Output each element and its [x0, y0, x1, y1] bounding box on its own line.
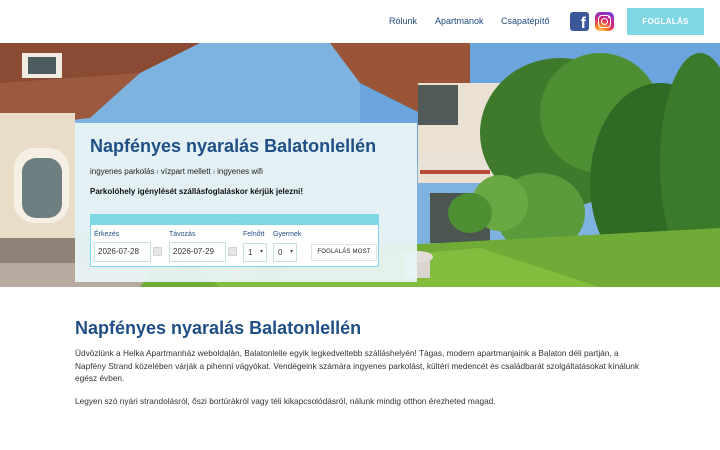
page-title: Napfényes nyaralás Balatonlellén: [75, 318, 362, 338]
chevron-down-icon: ▾: [289, 249, 293, 255]
nav-link-apartmanok[interactable]: Apartmanok: [435, 16, 484, 26]
children-label: Gyermek: [273, 231, 302, 238]
adults-select[interactable]: 1 ▾: [243, 243, 267, 262]
arrival-label: Érkezés: [94, 231, 120, 238]
hero-card: Napfényes nyaralás Balatonlellén ingyene…: [75, 123, 417, 282]
booking-button[interactable]: FOGLALÁS: [627, 8, 704, 35]
booking-form: - Érkezés Távozás Felnőtt Gyermek 2026-0…: [90, 214, 379, 267]
departure-date-input[interactable]: 2026-07-29: [169, 242, 226, 262]
calendar-icon[interactable]: [153, 247, 162, 256]
feature-separator: ı: [212, 169, 215, 176]
arrival-date-input[interactable]: 2026-07-28: [94, 242, 151, 262]
feature-separator: ı: [156, 169, 159, 176]
departure-label: Távozás: [169, 231, 196, 238]
adults-label: Felnőtt: [243, 231, 265, 238]
hero-title: Napfényes nyaralás Balatonlellén: [90, 136, 377, 156]
intro-paragraph: Üdvözlünk a Helka Apartmanház weboldalán…: [75, 348, 640, 383]
hero-features: ingyenes parkolás ı vízpart mellett ı in…: [90, 167, 263, 176]
feature-wifi: ingyenes wifi: [217, 167, 263, 176]
secondary-paragraph: Legyen szó nyári strandolásról, őszi bor…: [75, 396, 496, 406]
booking-form-bar: -: [91, 215, 378, 225]
parking-note: Parkolóhely igénylését szállásfoglalásko…: [90, 187, 303, 196]
adults-value: 1: [248, 248, 253, 257]
site-header: Rólunk Apartmanok Csapatépítő f FOGLALÁS: [0, 0, 720, 43]
instagram-icon[interactable]: [595, 12, 614, 31]
children-value: 0: [278, 248, 283, 257]
nav-link-rolunk[interactable]: Rólunk: [389, 16, 417, 26]
children-select[interactable]: 0 ▾: [273, 243, 297, 262]
feature-waterfront: vízpart mellett: [160, 167, 211, 176]
nav-link-csapatepito[interactable]: Csapatépítő: [501, 16, 550, 26]
chevron-down-icon: ▾: [259, 249, 263, 255]
feature-parking: ingyenes parkolás: [90, 167, 155, 176]
facebook-icon[interactable]: f: [570, 12, 589, 32]
book-now-button[interactable]: FOGLALÁS MOST: [311, 244, 377, 261]
hero-section: Napfényes nyaralás Balatonlellén ingyene…: [0, 43, 720, 287]
calendar-icon[interactable]: [228, 247, 237, 256]
